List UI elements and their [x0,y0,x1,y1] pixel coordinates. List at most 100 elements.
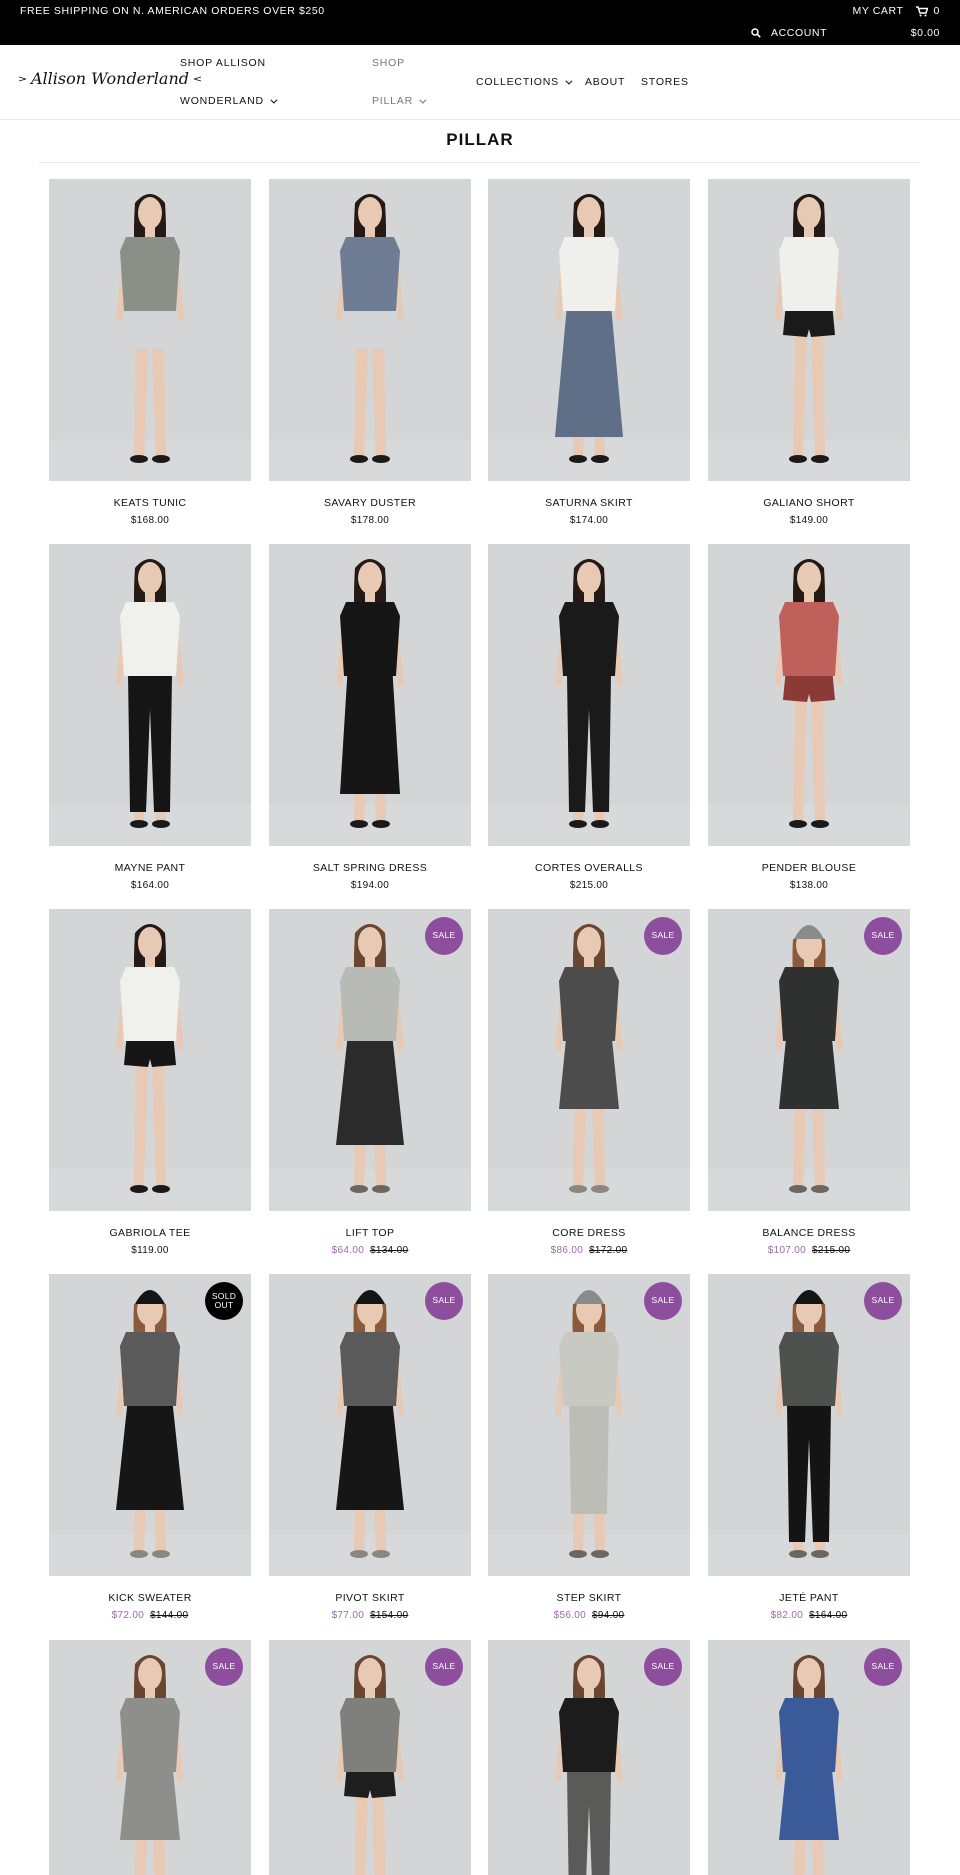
product-image[interactable] [488,179,690,481]
product-image[interactable]: SALE [708,1274,910,1576]
sold-out-badge: SOLD OUT [205,1282,243,1320]
sale-price: $77.00 [331,1610,365,1621]
product-photo-figure [49,909,251,1211]
sale-price: $64.00 [331,1245,365,1256]
product-card[interactable]: KEATS TUNIC $168.00 [49,179,251,526]
product-image[interactable] [49,909,251,1211]
regular-price: $215.00 [569,880,609,891]
product-photo-figure [49,179,251,481]
product-image[interactable]: SALE [488,1274,690,1576]
product-photo-figure [49,544,251,846]
product-photo-figure [488,544,690,846]
product-name[interactable]: PIVOT SKIRT [269,1592,471,1604]
product-card[interactable]: SALE CORE DRESS $86.00 $172.00 [488,909,690,1256]
product-image[interactable] [49,179,251,481]
product-image[interactable] [49,544,251,846]
product-card[interactable]: SALE [269,1640,471,1875]
product-card[interactable]: SALE [488,1640,690,1875]
product-card[interactable]: SAVARY DUSTER $178.00 [269,179,471,526]
product-name[interactable]: CORTES OVERALLS [488,862,690,874]
product-image[interactable]: SALE [708,1640,910,1875]
product-card[interactable]: SOLD OUT KICK SWEATER $72.00 $144.00 [49,1274,251,1621]
product-price: $164.00 [49,880,251,891]
sale-badge: SALE [864,917,902,955]
product-price: $86.00 $172.00 [488,1245,690,1256]
regular-price: $178.00 [350,515,390,526]
regular-price: $168.00 [130,515,170,526]
product-price: $82.00 $164.00 [708,1610,910,1621]
product-image[interactable] [269,544,471,846]
product-price: $72.00 $144.00 [49,1610,251,1621]
product-price: $168.00 [49,515,251,526]
product-card[interactable]: SALE JETÉ PANT $82.00 $164.00 [708,1274,910,1621]
product-image[interactable] [269,179,471,481]
product-name[interactable]: GABRIOLA TEE [49,1227,251,1239]
product-price: $174.00 [488,515,690,526]
product-image[interactable]: SALE [269,1640,471,1875]
product-card[interactable]: PENDER BLOUSE $138.00 [708,544,910,891]
sale-price: $86.00 [550,1245,584,1256]
regular-price: $194.00 [350,880,390,891]
product-price: $178.00 [269,515,471,526]
product-card[interactable]: SALE PIVOT SKIRT $77.00 $154.00 [269,1274,471,1621]
sale-badge: SALE [425,917,463,955]
sale-badge: SALE [864,1282,902,1320]
product-photo-figure [708,544,910,846]
product-name[interactable]: SATURNA SKIRT [488,497,690,509]
sale-badge: SALE [425,1282,463,1320]
product-image[interactable]: SALE [49,1640,251,1875]
product-card[interactable]: GABRIOLA TEE $119.00 [49,909,251,1256]
product-name[interactable]: SALT SPRING DRESS [269,862,471,874]
product-card[interactable]: GALIANO SHORT $149.00 [708,179,910,526]
product-image[interactable] [708,179,910,481]
product-image[interactable] [488,544,690,846]
original-price: $154.00 [370,1610,409,1621]
product-name[interactable]: MAYNE PANT [49,862,251,874]
product-image[interactable]: SALE [269,1274,471,1576]
original-price: $164.00 [809,1610,848,1621]
product-name[interactable]: STEP SKIRT [488,1592,690,1604]
product-price: $138.00 [708,880,910,891]
product-photo-figure [269,544,471,846]
product-photo-figure [269,179,471,481]
sale-price: $82.00 [770,1610,804,1621]
product-card[interactable]: SALE [708,1640,910,1875]
sale-price: $107.00 [767,1245,806,1256]
sale-price: $72.00 [111,1610,145,1621]
sale-price: $56.00 [553,1610,586,1621]
original-price: $215.00 [812,1245,851,1256]
product-name[interactable]: PENDER BLOUSE [708,862,910,874]
sale-badge: SALE [205,1648,243,1686]
product-card[interactable]: MAYNE PANT $164.00 [49,544,251,891]
product-image[interactable]: SALE [488,1640,690,1875]
regular-price: $174.00 [569,515,609,526]
sale-badge: SALE [644,1648,682,1686]
product-card[interactable]: SATURNA SKIRT $174.00 [488,179,690,526]
product-name[interactable]: LIFT TOP [269,1227,471,1239]
regular-price: $149.00 [789,515,829,526]
product-name[interactable]: CORE DRESS [488,1227,690,1239]
product-name[interactable]: KEATS TUNIC [49,497,251,509]
product-card[interactable]: CORTES OVERALLS $215.00 [488,544,690,891]
product-image[interactable]: SOLD OUT [49,1274,251,1576]
product-card[interactable]: SALE BALANCE DRESS $107.00 $215.00 [708,909,910,1256]
product-price: $56.00 $94.00 [488,1610,690,1621]
product-name[interactable]: JETÉ PANT [708,1592,910,1604]
sale-badge: SALE [864,1648,902,1686]
product-price: $77.00 $154.00 [269,1610,471,1621]
product-image[interactable]: SALE [708,909,910,1211]
product-name[interactable]: KICK SWEATER [49,1592,251,1604]
product-name[interactable]: SAVARY DUSTER [269,497,471,509]
product-card[interactable]: SALE STEP SKIRT $56.00 $94.00 [488,1274,690,1621]
product-card[interactable]: SALT SPRING DRESS $194.00 [269,544,471,891]
product-name[interactable]: GALIANO SHORT [708,497,910,509]
product-card[interactable]: SALE LIFT TOP $64.00 $134.00 [269,909,471,1256]
product-name[interactable]: BALANCE DRESS [708,1227,910,1239]
product-image[interactable]: SALE [488,909,690,1211]
product-price: $215.00 [488,880,690,891]
product-price: $119.00 [49,1245,251,1256]
regular-price: $164.00 [130,880,170,891]
product-image[interactable]: SALE [269,909,471,1211]
product-image[interactable] [708,544,910,846]
product-card[interactable]: SALE [49,1640,251,1875]
